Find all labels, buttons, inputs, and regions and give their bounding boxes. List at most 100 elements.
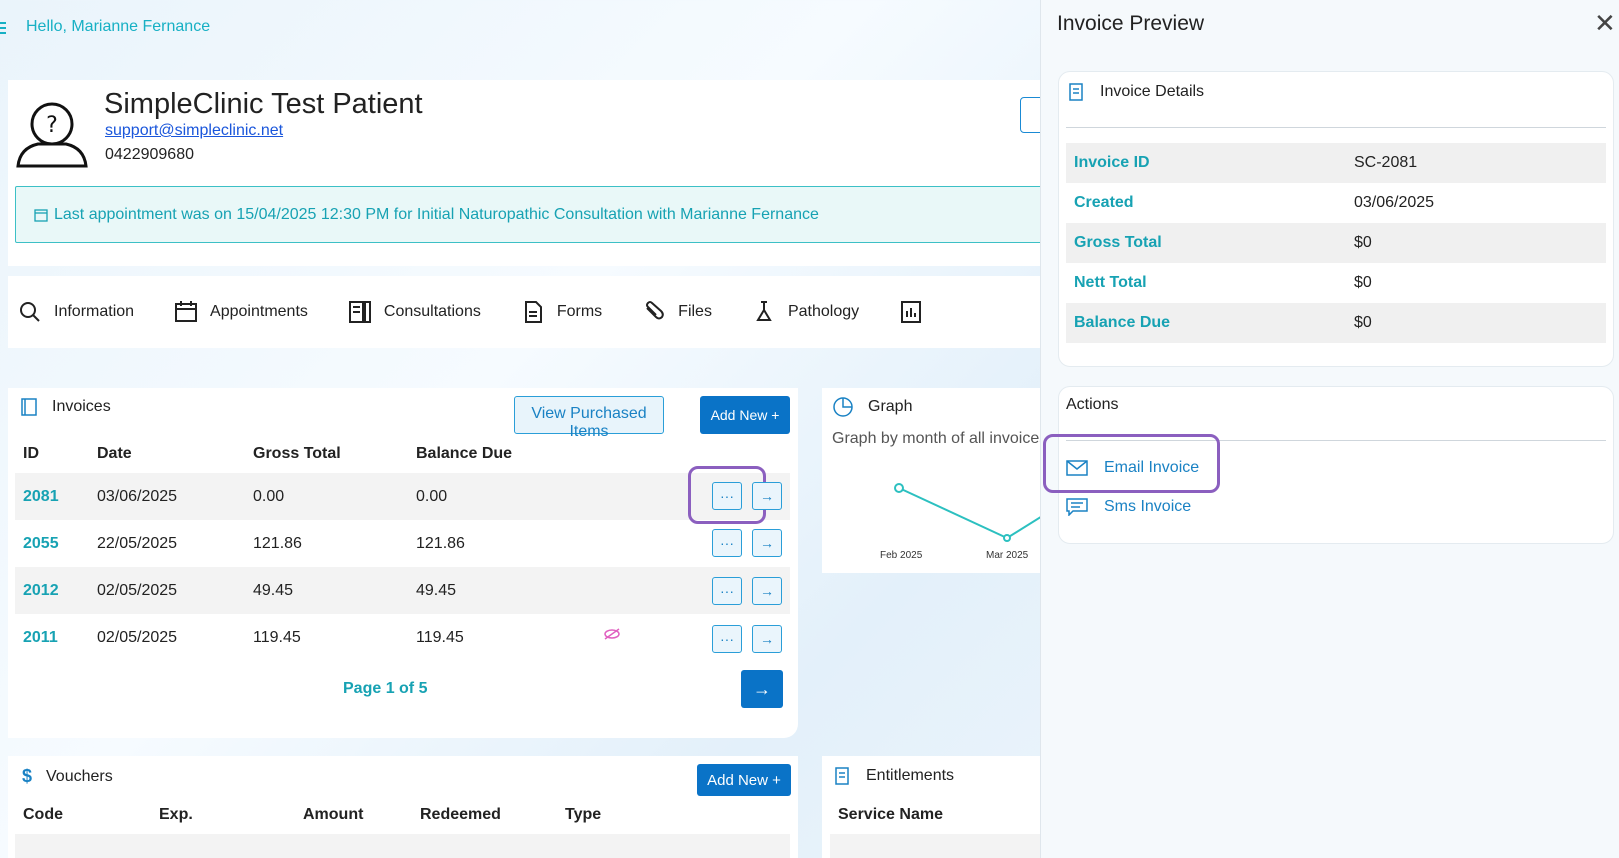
tab-more[interactable] xyxy=(899,300,923,324)
table-row[interactable] xyxy=(830,834,1052,858)
last-appointment-banner: Last appointment was on 15/04/2025 12:30… xyxy=(15,186,1045,243)
data-point xyxy=(1003,534,1011,542)
invoices-header: Invoices xyxy=(20,398,111,416)
invoice-id-link[interactable]: 2011 xyxy=(15,629,97,647)
invoice-id-link[interactable]: 2081 xyxy=(15,488,97,506)
receipt-icon xyxy=(1069,83,1083,101)
paperclip-icon xyxy=(646,301,664,320)
invoice-open-button[interactable]: → xyxy=(752,625,782,653)
table-row[interactable]: 2081 03/06/2025 0.00 0.00 xyxy=(15,473,790,520)
pagination-text: Page 1 of 5 xyxy=(343,680,428,697)
report-icon xyxy=(901,301,922,323)
invoice-open-button[interactable]: → xyxy=(752,482,782,510)
detail-label: Balance Due xyxy=(1074,314,1171,331)
patient-email-link[interactable]: support@simpleclinic.net xyxy=(105,122,283,140)
invoice-id-link[interactable]: 2055 xyxy=(15,535,97,553)
detail-label: Created xyxy=(1074,194,1134,211)
close-icon[interactable]: ✕ xyxy=(1594,10,1616,36)
invoices-header-row: ID Date Gross Total Balance Due xyxy=(15,442,790,466)
col-exp: Exp. xyxy=(159,806,193,823)
dollar-icon: $ xyxy=(22,766,33,786)
graph-subtitle: Graph by month of all invoices xyxy=(832,430,1048,447)
divider xyxy=(1066,127,1606,128)
col-redeemed: Redeemed xyxy=(420,806,501,823)
col-date: Date xyxy=(97,445,132,462)
invoice-open-button[interactable]: → xyxy=(752,529,782,557)
invoice-balance: 49.45 xyxy=(416,581,457,599)
tab-consultations-label: Consultations xyxy=(383,303,481,320)
col-type: Type xyxy=(565,806,602,823)
table-row[interactable]: 2011 02/05/2025 119.45 119.45 xyxy=(15,614,790,661)
col-amount: Amount xyxy=(303,806,364,823)
graph-header: Graph xyxy=(832,396,912,418)
table-row[interactable]: 2055 22/05/2025 121.86 121.86 xyxy=(15,520,790,567)
tab-information[interactable]: Information xyxy=(18,300,134,324)
notes-icon xyxy=(348,301,371,323)
detail-row: Gross Total $0 xyxy=(1066,223,1606,263)
graph-title: Graph xyxy=(868,398,913,415)
detail-value: $0 xyxy=(1354,234,1372,251)
invoice-date: 02/05/2025 xyxy=(97,581,178,599)
invoice-details-header: Invoice Details xyxy=(1068,82,1204,102)
invoice-more-button[interactable]: ··· xyxy=(712,625,742,653)
tab-pathology-label: Pathology xyxy=(787,303,860,320)
invoice-balance: 0.00 xyxy=(416,487,448,505)
detail-value: $0 xyxy=(1354,314,1372,331)
book-icon xyxy=(21,398,37,416)
table-row[interactable] xyxy=(15,834,790,858)
invoice-gross: 119.45 xyxy=(253,628,301,646)
last-appointment-text: Last appointment was on 15/04/2025 12:30… xyxy=(54,205,819,223)
col-service-name: Service Name xyxy=(838,806,943,823)
chat-icon xyxy=(1066,498,1088,516)
detail-value: $0 xyxy=(1354,274,1372,291)
mail-icon xyxy=(1066,460,1088,476)
data-point xyxy=(894,483,904,493)
tab-files-label: Files xyxy=(678,303,712,320)
tab-information-label: Information xyxy=(54,303,135,320)
greeting-text: Hello, Marianne Fernance xyxy=(26,18,211,35)
email-invoice-link[interactable]: Email Invoice xyxy=(1066,459,1199,477)
add-new-voucher-button[interactable]: Add New + xyxy=(697,764,791,796)
table-row[interactable]: 2012 02/05/2025 49.45 49.45 xyxy=(15,567,790,614)
menu-icon[interactable] xyxy=(0,22,6,34)
add-new-invoice-button[interactable]: Add New + xyxy=(700,396,790,434)
invoice-open-button[interactable]: → xyxy=(752,577,782,605)
invoice-more-button[interactable]: ··· xyxy=(712,577,742,605)
detail-value: 03/06/2025 xyxy=(1354,194,1435,211)
next-page-button[interactable]: → xyxy=(741,670,783,708)
tab-appointments[interactable]: Appointments xyxy=(174,300,308,324)
view-purchased-items-button[interactable]: View Purchased Items xyxy=(514,396,664,440)
pathology-icon xyxy=(756,301,772,321)
vouchers-title: Vouchers xyxy=(46,767,113,785)
invoice-details-title: Invoice Details xyxy=(1100,83,1205,100)
vouchers-header: $ Vouchers xyxy=(22,766,113,787)
invoice-id-link[interactable]: 2012 xyxy=(15,582,97,600)
tab-files[interactable]: Files xyxy=(642,300,712,324)
patient-tabs: Information Appointments Consultations F… xyxy=(8,276,1048,348)
actions-title: Actions xyxy=(1066,396,1119,413)
sms-invoice-link[interactable]: Sms Invoice xyxy=(1066,498,1191,516)
detail-label: Gross Total xyxy=(1074,234,1162,251)
invoice-more-button[interactable]: ··· xyxy=(712,529,742,557)
invoice-preview-title: Invoice Preview xyxy=(1057,12,1205,35)
calendar-icon xyxy=(34,208,48,222)
invoice-gross: 121.86 xyxy=(253,534,302,552)
tab-forms-label: Forms xyxy=(556,303,603,320)
col-balance-due: Balance Due xyxy=(416,445,513,462)
invoice-gross: 0.00 xyxy=(253,487,285,505)
invoice-more-button[interactable]: ··· xyxy=(712,482,742,510)
hidden-eye-icon[interactable] xyxy=(603,627,621,641)
patient-phone: 0422909680 xyxy=(105,146,194,163)
patient-avatar-icon: ? xyxy=(16,102,88,168)
entitlements-title: Entitlements xyxy=(866,767,955,784)
series-line xyxy=(898,487,1052,540)
detail-label: Nett Total xyxy=(1074,274,1147,291)
form-icon xyxy=(524,301,542,323)
detail-row: Created 03/06/2025 xyxy=(1066,183,1606,223)
invoice-date: 02/05/2025 xyxy=(97,628,178,646)
search-icon xyxy=(20,302,40,322)
invoice-date: 22/05/2025 xyxy=(97,534,178,552)
tab-consultations[interactable]: Consultations xyxy=(348,300,481,324)
tab-forms[interactable]: Forms xyxy=(521,300,602,324)
tab-pathology[interactable]: Pathology xyxy=(752,300,859,324)
